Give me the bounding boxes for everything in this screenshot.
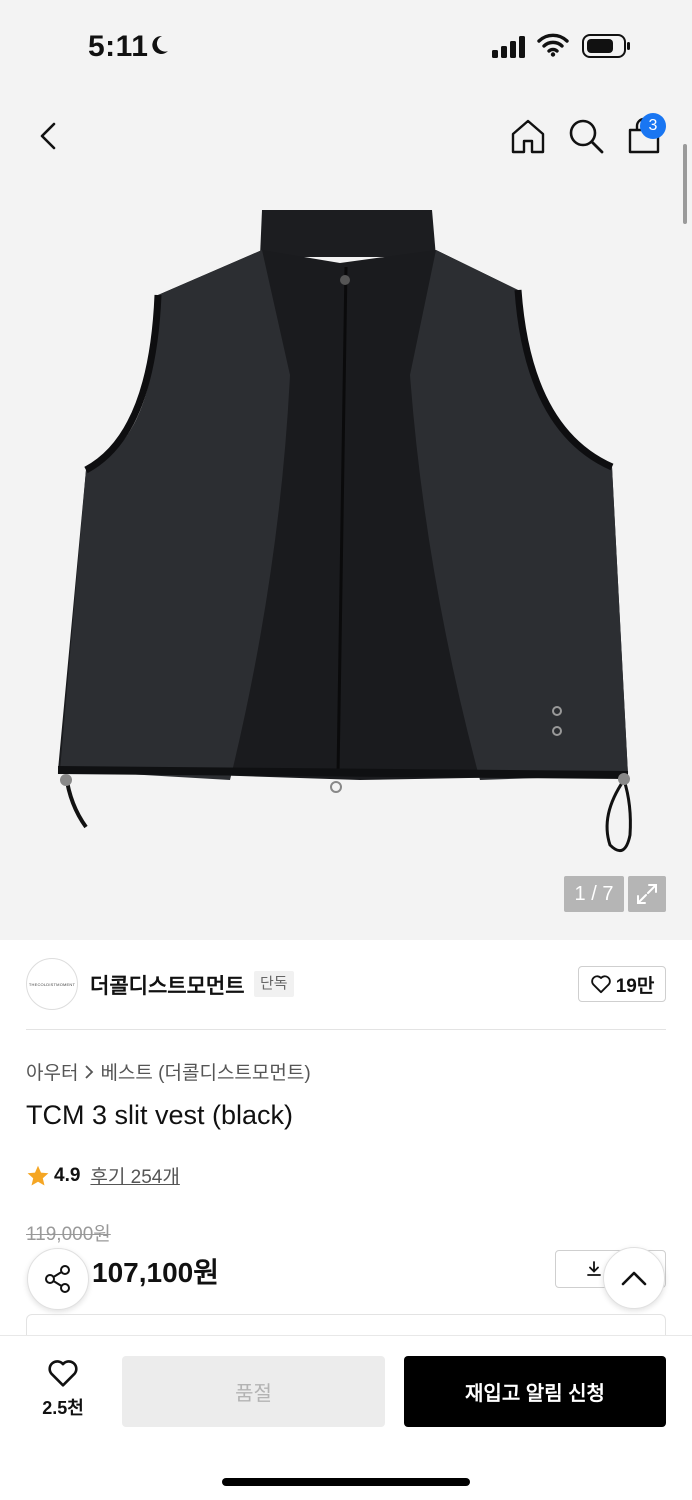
- home-button[interactable]: [508, 116, 548, 156]
- sale-price: 107,100원: [92, 1257, 219, 1288]
- battery-icon: [582, 34, 632, 63]
- brand-like-count: 19만: [615, 975, 655, 997]
- back-button[interactable]: [30, 118, 66, 154]
- status-time: 5:11: [88, 30, 149, 63]
- chevron-left-icon: [40, 122, 56, 150]
- rating-value: 4.9: [54, 1164, 81, 1186]
- star-icon: [27, 1165, 49, 1185]
- image-counter: 1 / 7: [564, 876, 624, 912]
- breadcrumb-subcategory[interactable]: 베스트 (더콜디스트모먼트): [100, 1058, 310, 1085]
- search-icon: [569, 119, 604, 154]
- expand-icon: [637, 884, 657, 904]
- heart-icon: [48, 1360, 78, 1387]
- restock-alert-button[interactable]: 재입고 알림 신청: [404, 1356, 666, 1427]
- review-count-link[interactable]: 후기 254개: [90, 1162, 179, 1189]
- exclusive-badge: 단독: [254, 971, 294, 997]
- heart-icon: [590, 975, 611, 994]
- breadcrumb-category[interactable]: 아우터: [26, 1058, 78, 1085]
- share-button[interactable]: [27, 1248, 89, 1310]
- brand-like-button[interactable]: 19만: [578, 966, 666, 1002]
- status-bar: 5:11: [0, 0, 692, 95]
- search-button[interactable]: [567, 116, 605, 156]
- cart-count-badge: 3: [640, 113, 666, 139]
- divider: [26, 1029, 666, 1030]
- rating-row: 4.9 후기 254개: [26, 1162, 180, 1189]
- share-icon: [45, 1265, 70, 1293]
- bottom-action-bar: 2.5천 품절 재입고 알림 신청: [0, 1335, 692, 1500]
- chevron-up-icon: [621, 1271, 647, 1286]
- home-icon: [511, 119, 545, 154]
- cellular-signal-icon: [492, 36, 528, 63]
- brand-row[interactable]: THECOLDISTMOMENT 더콜디스트모먼트 단독 19만: [26, 958, 666, 1010]
- expand-button[interactable]: [628, 876, 666, 912]
- chevron-right-icon: [85, 1064, 94, 1079]
- product-title: TCM 3 slit vest (black): [26, 1100, 294, 1130]
- breadcrumb: 아우터 베스트 (더콜디스트모먼트): [26, 1058, 311, 1085]
- wishlist-count: 2.5천: [42, 1398, 84, 1418]
- wifi-icon: [537, 33, 569, 62]
- home-indicator[interactable]: [222, 1478, 470, 1486]
- product-hero: 5:11 3 1 / 7: [0, 0, 692, 940]
- wishlist-button[interactable]: 2.5천: [30, 1356, 96, 1422]
- brand-logo[interactable]: THECOLDISTMOMENT: [26, 958, 78, 1010]
- brand-name[interactable]: 더콜디스트모먼트: [90, 970, 245, 1000]
- product-image[interactable]: [40, 195, 660, 875]
- original-price: 119,000원: [26, 1224, 111, 1245]
- scrollbar[interactable]: [683, 144, 687, 224]
- scroll-top-button[interactable]: [603, 1247, 665, 1309]
- download-icon: [586, 1261, 601, 1276]
- soldout-button[interactable]: 품절: [122, 1356, 385, 1427]
- moon-icon: [147, 33, 171, 62]
